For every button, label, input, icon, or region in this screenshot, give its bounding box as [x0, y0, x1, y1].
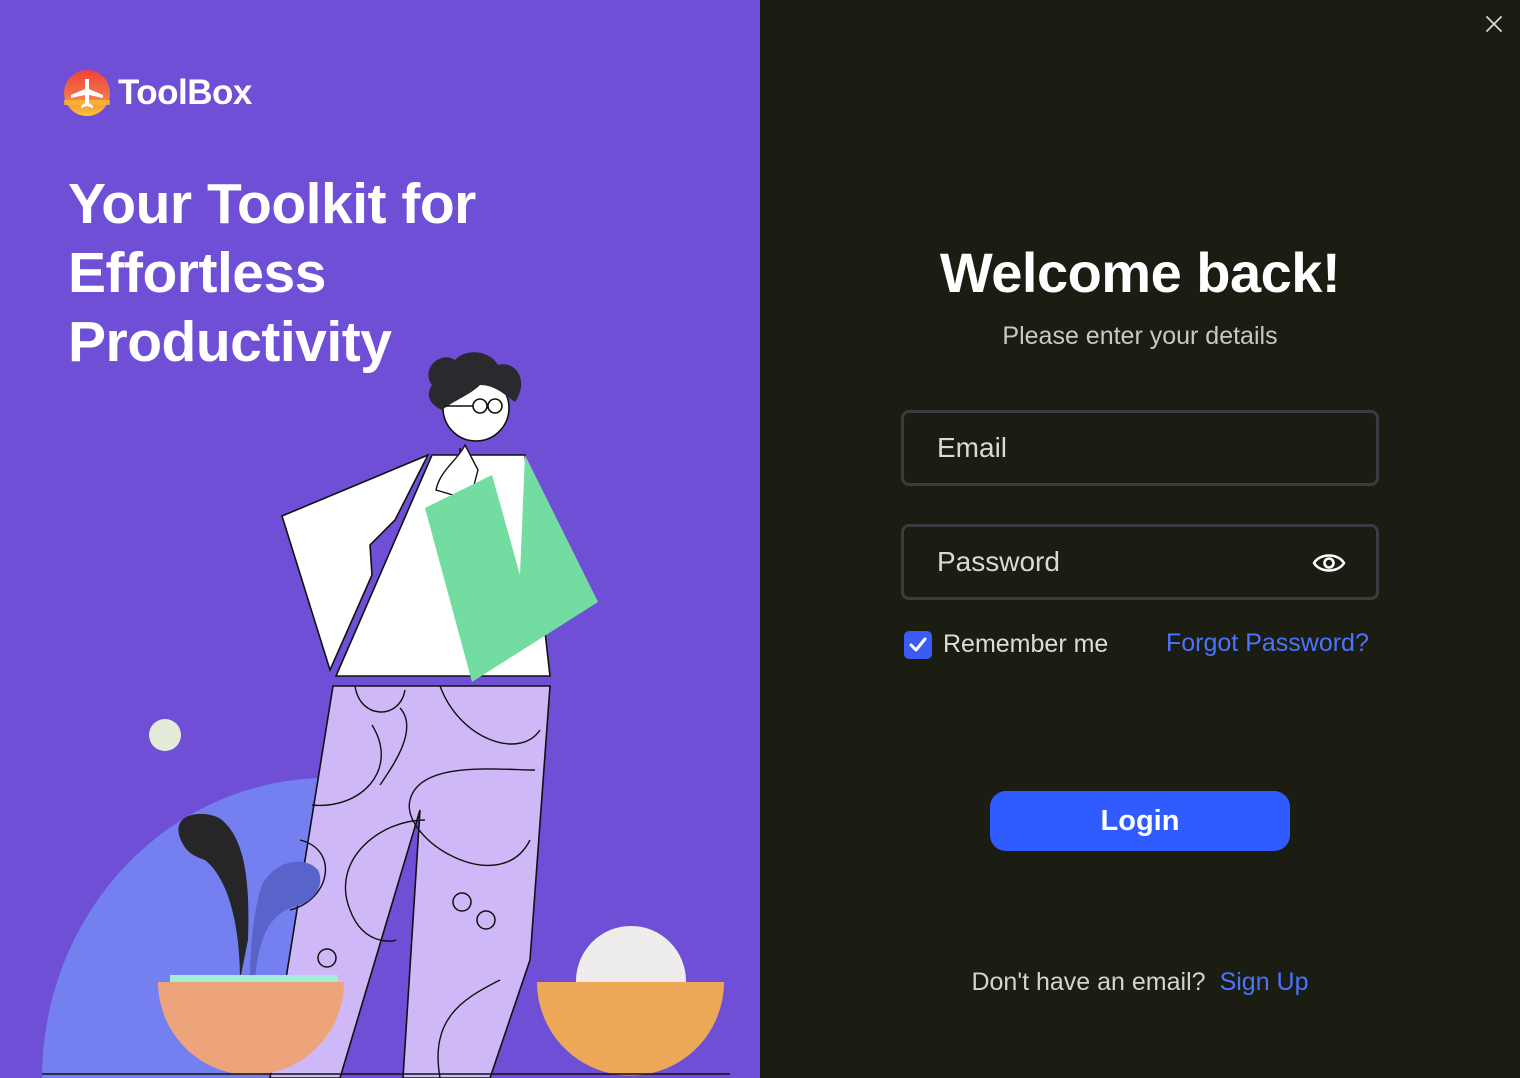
- hero-line: Your Toolkit for: [68, 172, 476, 236]
- remember-me-label: Remember me: [943, 630, 1109, 658]
- brand-name: ToolBox: [118, 73, 252, 112]
- hero-illustration: [42, 352, 730, 1078]
- signup-row: Don't have an email? Sign Up: [760, 968, 1520, 997]
- hero-line: Effortless: [68, 241, 326, 305]
- checkbox-checked[interactable]: [904, 630, 932, 659]
- welcome-subtitle: Please enter your details: [1002, 322, 1278, 350]
- pot-right-shape: [537, 982, 724, 1076]
- signup-link[interactable]: Sign Up: [1220, 968, 1309, 996]
- remember-me-checkbox[interactable]: Remember me: [904, 630, 1108, 659]
- close-icon: [1486, 16, 1502, 32]
- brand: ToolBox: [64, 70, 252, 116]
- email-field: [901, 410, 1379, 486]
- airplane-logo-icon: [64, 70, 110, 116]
- eye-icon[interactable]: [1312, 549, 1346, 577]
- login-button[interactable]: Login: [990, 791, 1290, 851]
- checkmark-icon: [909, 637, 927, 651]
- hero-panel: ToolBox Your Toolkit for Effortless Prod…: [0, 0, 760, 1078]
- close-button[interactable]: [1480, 10, 1508, 38]
- floating-dot: [149, 719, 181, 751]
- login-panel: Welcome back! Please enter your details …: [760, 0, 1520, 1078]
- password-field: [901, 524, 1379, 600]
- forgot-password-link[interactable]: Forgot Password?: [1166, 629, 1369, 658]
- email-input[interactable]: [904, 413, 1376, 483]
- password-input[interactable]: [904, 527, 1376, 597]
- signup-prompt: Don't have an email?: [971, 968, 1206, 996]
- welcome-title: Welcome back!: [939, 241, 1341, 304]
